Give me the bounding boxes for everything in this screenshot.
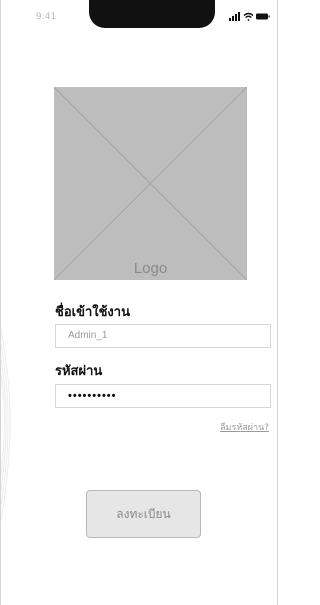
username-label: ชื่อเข้าใช้งาน [55, 305, 130, 320]
logo-label: Logo [133, 260, 168, 277]
forgot-password-link[interactable]: ลืมรหัสผ่าน? [220, 420, 269, 434]
wifi-icon [243, 12, 254, 21]
device-notch [89, 0, 215, 28]
username-input[interactable]: Admin_1 [55, 324, 271, 348]
signal-icon [229, 12, 240, 21]
status-bar: 9:41 [1, 0, 279, 40]
logo-placeholder: Logo [54, 87, 247, 280]
status-icons [229, 12, 270, 21]
register-button[interactable]: ลงทะเบียน [86, 490, 201, 538]
decorative-curves [1, 329, 11, 521]
placeholder-cross [54, 87, 247, 280]
password-label: รหัสผ่าน [55, 364, 103, 379]
status-time: 9:41 [36, 12, 57, 22]
phone-screen: 9:41 Logo ชื่อเข้าใช้งาน Admin_1 รหัสผ่า… [0, 0, 278, 605]
password-input[interactable]: •••••••••• [55, 384, 271, 408]
battery-icon [256, 13, 270, 20]
